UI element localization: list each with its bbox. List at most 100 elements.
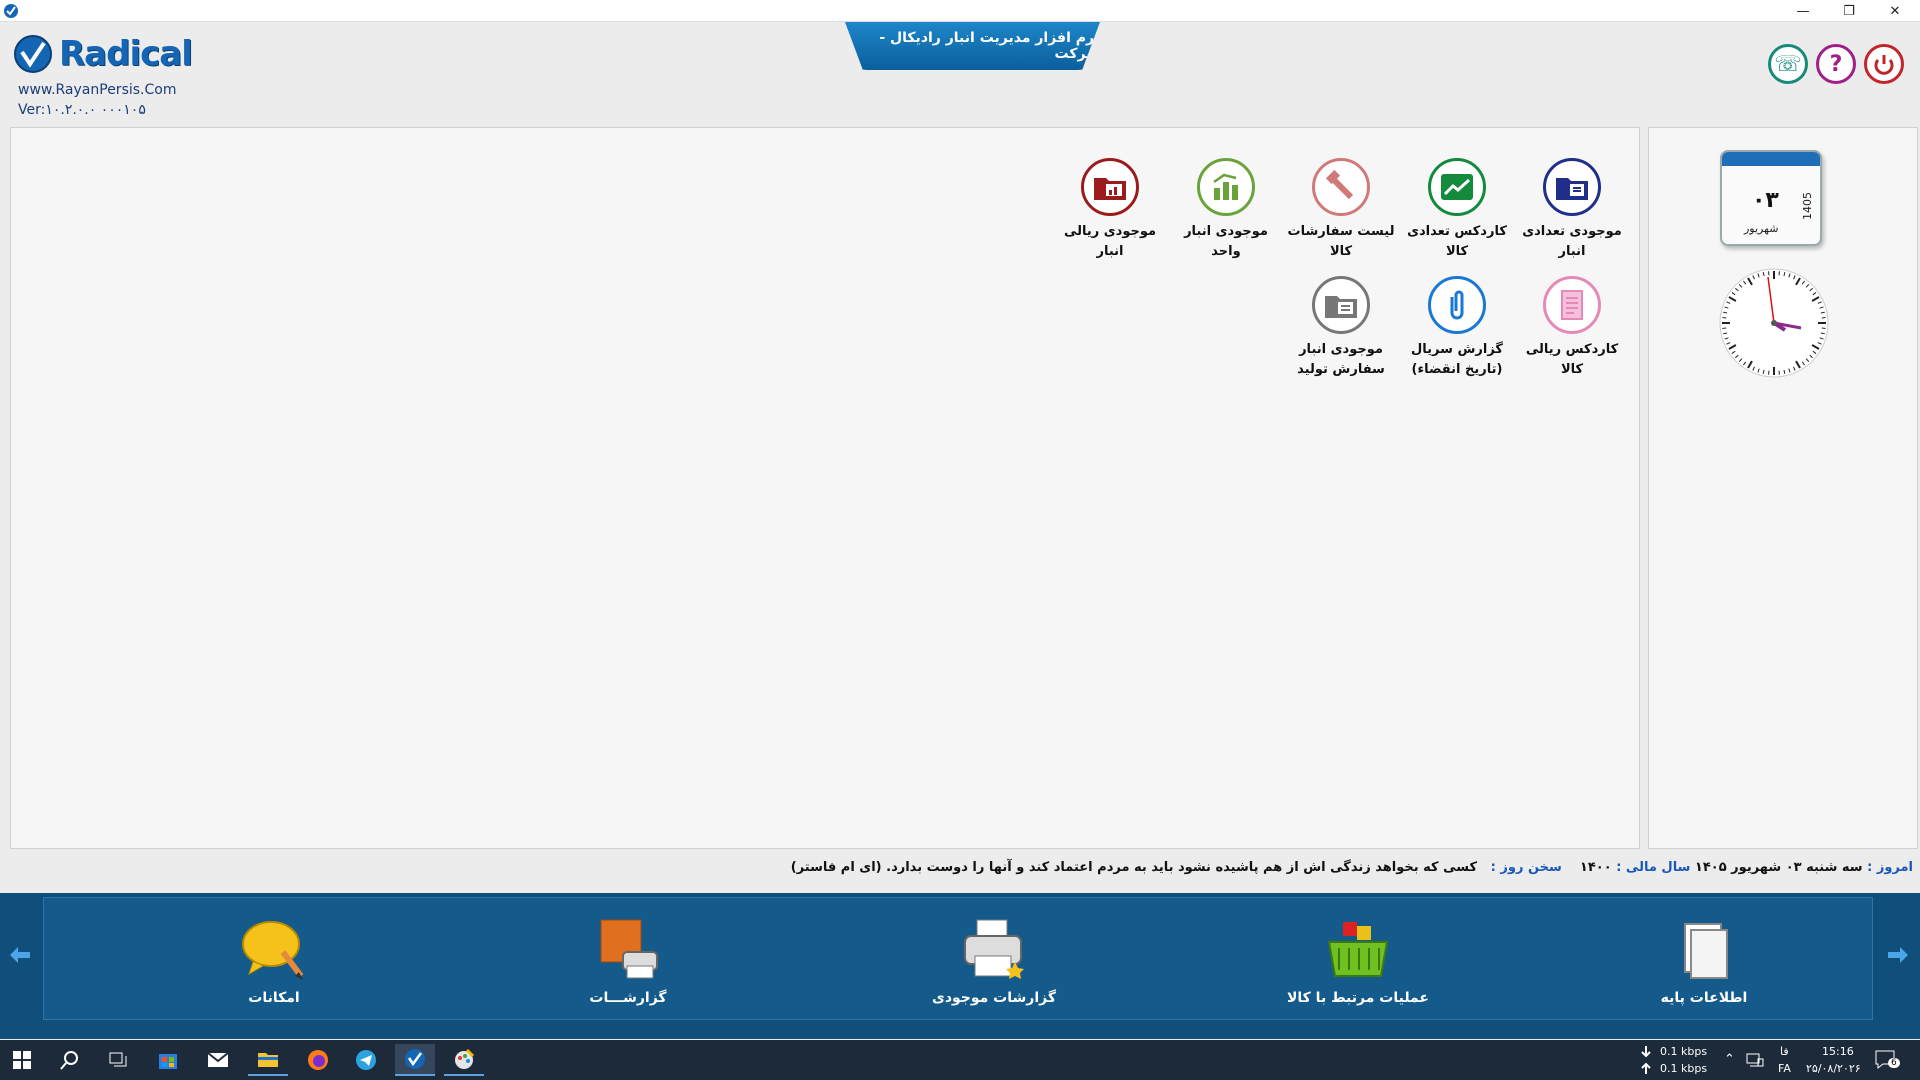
tool-label: امکانات xyxy=(248,990,300,1006)
hammer-icon xyxy=(1312,158,1370,216)
tool-features[interactable]: امکانات xyxy=(184,918,364,1006)
shortcut-serial-report[interactable]: گزارش سریال (تاریخ انقضاء) xyxy=(1402,276,1512,380)
shortcut-stock-unit[interactable]: موجودی انبار واحد xyxy=(1171,158,1281,262)
radical-app-icon xyxy=(405,1049,425,1069)
shortcut-label: موجودی انبار واحد xyxy=(1184,224,1268,259)
notification-center[interactable]: 6 xyxy=(1874,1048,1900,1074)
status-line: امروز : سه شنبه ۰۳ شهریور ۱۴۰۵ سال مالی … xyxy=(0,860,1915,884)
shortcut-label: موجودی انبار سفارش تولید xyxy=(1297,342,1385,377)
today-value: سه شنبه ۰۳ شهریور ۱۴۰۵ xyxy=(1694,860,1863,875)
main-panel: موجودی تعدادی انبار کاردکس تعدادی کالا ل… xyxy=(10,127,1640,849)
bottom-toolbar: اطلاعات پایه عملیات مرتبط با کالا گزارشا… xyxy=(0,893,1920,1039)
help-icon[interactable]: ? xyxy=(1816,44,1856,84)
mail-icon xyxy=(207,1052,229,1067)
minimize-button[interactable]: — xyxy=(1780,0,1826,22)
shortcut-label: کاردکس تعدادی کالا xyxy=(1407,224,1507,259)
folder-chart-icon xyxy=(1081,158,1139,216)
scroll-left-icon[interactable] xyxy=(8,943,32,967)
show-hidden-icons[interactable]: ⌃ xyxy=(1724,1052,1735,1067)
tool-stock-reports[interactable]: گزارشات موجودی xyxy=(904,918,1084,1006)
printer-report-icon xyxy=(600,919,658,979)
taskbar-mail[interactable] xyxy=(198,1044,238,1076)
calendar-year: 1405 xyxy=(1801,192,1814,220)
help-glyph: ? xyxy=(1829,51,1843,77)
shortcut-item-cardex-quantity[interactable]: کاردکس تعدادی کالا xyxy=(1402,158,1512,262)
documents-icon xyxy=(1684,923,1728,979)
today-label: امروز : xyxy=(1867,860,1913,875)
folder-gray-icon xyxy=(1312,276,1370,334)
basket-icon xyxy=(1327,922,1389,977)
quote-label: سخن روز : xyxy=(1490,860,1562,875)
shortcut-label: موجودی تعدادی انبار xyxy=(1522,224,1622,259)
taskbar-date[interactable]: ۲۵/۰۸/۲۰۲۶ xyxy=(1806,1062,1861,1075)
tool-label: اطلاعات پایه xyxy=(1660,990,1748,1006)
notification-count: 6 xyxy=(1888,1058,1900,1068)
logo-text: Radical xyxy=(59,34,193,74)
task-view-button[interactable] xyxy=(98,1044,138,1076)
search-button[interactable] xyxy=(50,1044,90,1076)
shortcut-label: گزارش سریال (تاریخ انقضاء) xyxy=(1411,342,1503,377)
task-view-icon xyxy=(109,1052,127,1067)
close-button[interactable]: ✕ xyxy=(1872,0,1918,22)
phone-glyph: ☏ xyxy=(1774,51,1802,77)
speech-pencil-icon xyxy=(242,921,304,980)
restore-button[interactable]: ❐ xyxy=(1826,0,1872,22)
shortcut-order-list[interactable]: لیست سفارشات کالا xyxy=(1286,158,1396,262)
telegram-icon xyxy=(356,1050,376,1070)
network-speed-icon xyxy=(1641,1046,1651,1074)
paint-icon xyxy=(455,1048,475,1069)
windows-icon xyxy=(13,1051,31,1069)
radical-logo-icon xyxy=(14,35,52,73)
app-title: نرم افزار مدیریت انبار رادیکال - شرکت xyxy=(845,22,1100,70)
tool-label: عملیات مرتبط با کالا xyxy=(1286,990,1429,1006)
fiscal-year-value: ۱۴۰۰ xyxy=(1579,860,1612,875)
exit-icon[interactable] xyxy=(1864,44,1904,84)
tool-label: گزارشـــات xyxy=(589,990,667,1006)
scroll-right-icon[interactable] xyxy=(1886,943,1910,967)
tool-base-info[interactable]: اطلاعات پایه xyxy=(1614,918,1794,1006)
network-icon[interactable] xyxy=(1746,1052,1764,1068)
logo: Radical xyxy=(13,34,193,74)
site-url[interactable]: www.RayanPersis.Com xyxy=(18,82,176,98)
taskbar-store[interactable] xyxy=(148,1044,188,1076)
firefox-icon xyxy=(308,1050,328,1070)
tool-reports[interactable]: گزارشـــات xyxy=(538,918,718,1006)
net-down-speed: 0.1 kbps xyxy=(1660,1045,1708,1058)
shortcut-stock-value[interactable]: موجودی ریالی انبار xyxy=(1055,158,1165,262)
calendar-month: شهریور xyxy=(1744,222,1779,235)
shortcut-label: لیست سفارشات کالا xyxy=(1287,224,1395,259)
trend-chart-icon xyxy=(1428,158,1486,216)
paperclip-icon xyxy=(1428,276,1486,334)
language-code[interactable]: FA xyxy=(1778,1062,1791,1075)
start-button[interactable] xyxy=(2,1044,42,1076)
calendar-header xyxy=(1722,152,1820,166)
shortcut-item-cardex-value[interactable]: کاردکس ریالی کالا xyxy=(1517,276,1627,380)
document-icon xyxy=(1543,276,1601,334)
calendar-day: ۰۳ xyxy=(1752,188,1779,213)
taskbar-explorer[interactable] xyxy=(248,1044,288,1076)
app-icon xyxy=(4,4,18,18)
tool-label: گزارشات موجودی xyxy=(931,990,1056,1006)
calendar-widget: ۰۳ شهریور 1405 xyxy=(1720,150,1822,246)
analog-clock xyxy=(1719,268,1829,378)
shortcut-label: موجودی ریالی انبار xyxy=(1063,224,1157,259)
shortcut-production-order-stock[interactable]: موجودی انبار سفارش تولید xyxy=(1286,276,1396,380)
phone-icon[interactable]: ☏ xyxy=(1768,44,1808,84)
taskbar-telegram[interactable] xyxy=(346,1044,386,1076)
bar-chart-icon xyxy=(1197,158,1255,216)
shortcut-stock-quantity[interactable]: موجودی تعدادی انبار xyxy=(1517,158,1627,262)
taskbar-clock[interactable]: 15:16 xyxy=(1822,1045,1854,1058)
version-label: Ver:۱۰.۲.۰.۰ ۰۰۰۱۰۵ xyxy=(18,102,146,118)
quote-text: کسی که بخواهد زندگی اش از هم پاشیده نشود… xyxy=(790,860,1478,875)
search-icon xyxy=(60,1051,78,1070)
store-icon xyxy=(159,1054,177,1069)
taskbar-paint[interactable] xyxy=(444,1044,484,1076)
os-taskbar: 0.1 kbps 0.1 kbps ⌃ فا FA 15:16 ۲۵/۰۸/۲۰… xyxy=(0,1040,1920,1080)
taskbar-firefox[interactable] xyxy=(298,1044,338,1076)
language-indicator[interactable]: فا xyxy=(1780,1045,1789,1058)
printer-star-icon xyxy=(964,919,1024,979)
title-bar: — ❐ ✕ xyxy=(0,0,1920,22)
tool-item-operations[interactable]: عملیات مرتبط با کالا xyxy=(1268,918,1448,1006)
folder-doc-icon xyxy=(1543,158,1601,216)
taskbar-radical[interactable] xyxy=(395,1044,435,1076)
